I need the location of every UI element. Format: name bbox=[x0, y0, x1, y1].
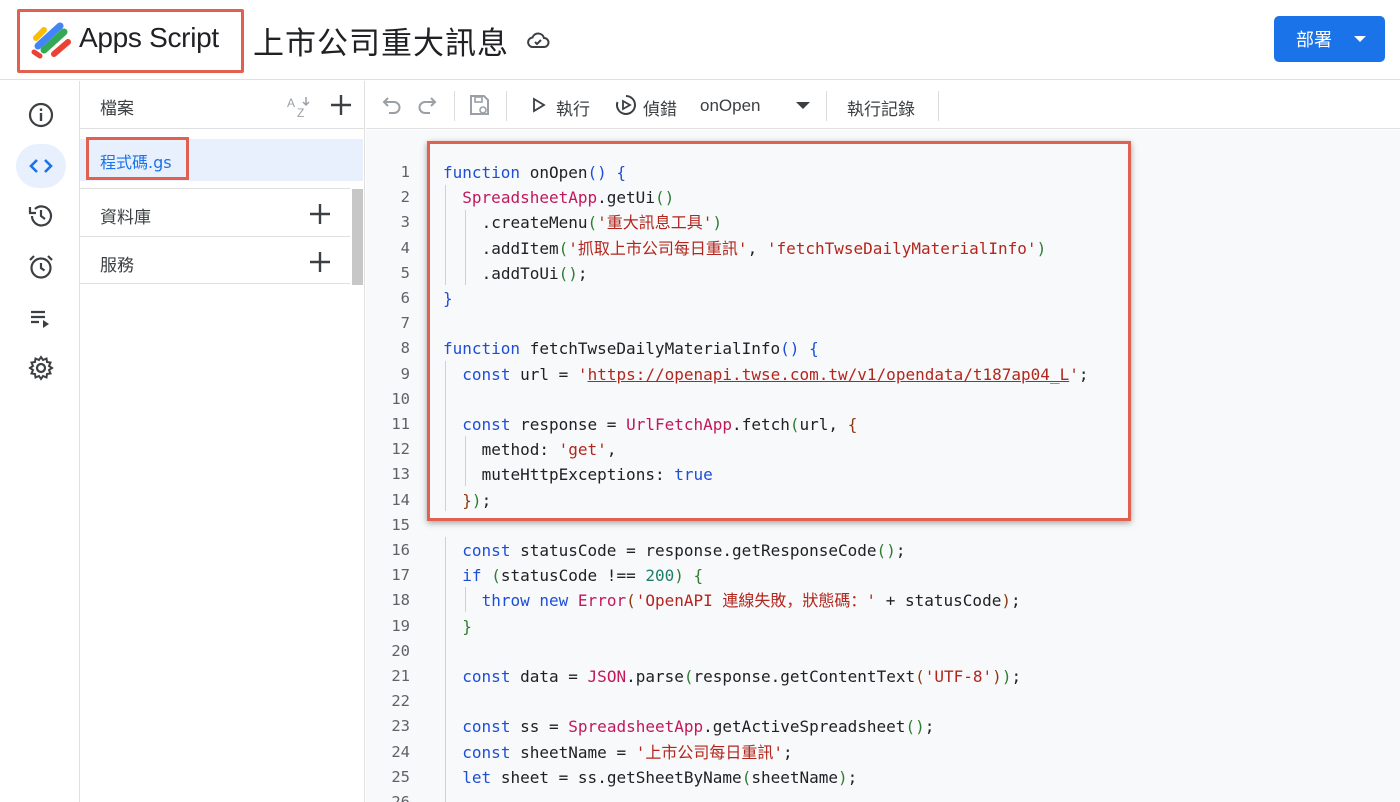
alarm-icon bbox=[29, 255, 53, 279]
code-line[interactable]: 23 const ss = SpreadsheetApp.getActiveSp… bbox=[366, 714, 1400, 739]
save-icon[interactable] bbox=[467, 93, 491, 117]
section-label-libraries: 資料庫 bbox=[100, 208, 151, 228]
line-number: 16 bbox=[391, 541, 410, 559]
line-number: 9 bbox=[400, 364, 410, 383]
project-title[interactable]: 上市公司重大訊息 bbox=[253, 18, 509, 63]
files-scrollbar[interactable] bbox=[352, 189, 363, 285]
line-number: 13 bbox=[391, 465, 410, 484]
line-number: 20 bbox=[391, 641, 410, 660]
line-number: 8 bbox=[400, 339, 410, 358]
add-library-icon[interactable] bbox=[308, 202, 332, 226]
files-panel: 檔案 A Z 程式碼.gs 資料庫 服務 bbox=[80, 81, 365, 802]
executions-icon bbox=[31, 310, 49, 328]
code-icon bbox=[29, 159, 53, 173]
app-name[interactable]: Apps Script bbox=[79, 22, 219, 54]
code-text: } bbox=[462, 616, 472, 636]
line-number: 1 bbox=[400, 163, 410, 181]
nav-executions[interactable] bbox=[16, 296, 66, 340]
nav-settings[interactable] bbox=[16, 346, 66, 390]
code-highlight bbox=[427, 141, 1131, 521]
files-title: 檔案 bbox=[100, 99, 134, 119]
deploy-button[interactable]: 部署 bbox=[1274, 16, 1385, 62]
deploy-button-label: 部署 bbox=[1296, 30, 1332, 51]
code-line[interactable]: 18 throw new Error('OpenAPI 連線失敗，狀態碼：' +… bbox=[366, 588, 1400, 613]
function-select[interactable]: onOpen bbox=[700, 96, 761, 116]
code-line[interactable]: 19 } bbox=[366, 614, 1400, 639]
code-text: throw new Error('OpenAPI 連線失敗，狀態碼：' + st… bbox=[481, 591, 1021, 611]
code-text: const sheetName = '上市公司每日重訊'; bbox=[462, 742, 793, 762]
undo-icon[interactable] bbox=[380, 93, 404, 117]
section-libraries[interactable]: 資料庫 bbox=[80, 188, 350, 236]
settings-icon bbox=[28, 355, 54, 381]
line-number: 19 bbox=[391, 616, 410, 635]
apps-script-logo-icon bbox=[31, 22, 71, 59]
code-line[interactable]: 26 bbox=[366, 790, 1400, 802]
code-text: const statusCode = response.getResponseC… bbox=[462, 541, 906, 560]
toolbar-divider bbox=[938, 91, 939, 121]
section-label-services: 服務 bbox=[100, 256, 134, 276]
line-number: 25 bbox=[391, 767, 410, 786]
code-text: const data = JSON.parse(response.getCont… bbox=[462, 667, 1022, 686]
line-number: 22 bbox=[391, 692, 410, 711]
code-line[interactable]: 16 const statusCode = response.getRespon… bbox=[366, 538, 1400, 563]
svg-text:A: A bbox=[287, 96, 295, 110]
code-text: if (statusCode !== 200) { bbox=[462, 566, 704, 586]
left-nav-rail bbox=[0, 81, 80, 802]
toolbar-divider bbox=[506, 91, 507, 121]
code-line[interactable]: 25 let sheet = ss.getSheetByName(sheetNa… bbox=[366, 765, 1400, 790]
section-services[interactable]: 服務 bbox=[80, 236, 350, 284]
sort-az-icon[interactable]: A Z bbox=[286, 93, 312, 119]
line-number: 2 bbox=[400, 188, 410, 207]
debug-button[interactable]: 偵錯 bbox=[643, 95, 677, 120]
code-line[interactable]: 21 const data = JSON.parse(response.getC… bbox=[366, 664, 1400, 689]
chevron-down-icon[interactable] bbox=[796, 102, 810, 109]
line-number: 11 bbox=[391, 415, 410, 433]
line-number: 3 bbox=[400, 213, 410, 232]
redo-icon[interactable] bbox=[415, 93, 439, 117]
code-line[interactable]: 22 bbox=[366, 689, 1400, 714]
add-service-icon[interactable] bbox=[308, 250, 332, 274]
code-line[interactable]: 17 if (statusCode !== 200) { bbox=[366, 563, 1400, 588]
history-icon bbox=[28, 205, 53, 227]
line-number: 14 bbox=[391, 490, 410, 509]
line-number: 23 bbox=[391, 717, 410, 736]
run-button[interactable]: 執行 bbox=[556, 95, 590, 120]
code-text: let sheet = ss.getSheetByName(sheetName)… bbox=[462, 767, 858, 787]
chevron-down-icon[interactable] bbox=[1354, 36, 1366, 42]
files-header: 檔案 A Z bbox=[80, 81, 365, 129]
line-number: 10 bbox=[391, 389, 410, 408]
line-number: 15 bbox=[391, 515, 410, 534]
debug-icon[interactable] bbox=[614, 93, 638, 117]
line-number: 12 bbox=[391, 440, 410, 459]
nav-editor[interactable] bbox=[16, 144, 66, 188]
code-line[interactable]: 20 bbox=[366, 639, 1400, 664]
line-number: 6 bbox=[400, 289, 410, 307]
toolbar-divider bbox=[454, 91, 455, 121]
top-bar: Apps Script 上市公司重大訊息 部署 bbox=[0, 0, 1400, 80]
add-file-icon[interactable] bbox=[329, 93, 353, 117]
line-number: 21 bbox=[391, 667, 410, 685]
code-line[interactable]: 24 const sheetName = '上市公司每日重訊'; bbox=[366, 740, 1400, 765]
nav-triggers-history[interactable] bbox=[16, 194, 66, 238]
editor-toolbar: 執行 偵錯 onOpen 執行記錄 bbox=[366, 81, 1400, 129]
line-number: 17 bbox=[391, 566, 410, 585]
nav-overview[interactable] bbox=[16, 93, 66, 137]
toolbar-divider bbox=[826, 91, 827, 121]
line-number: 7 bbox=[400, 314, 410, 333]
line-number: 18 bbox=[391, 591, 410, 610]
info-icon bbox=[28, 102, 54, 128]
cloud-saved-icon[interactable] bbox=[526, 29, 550, 51]
line-number: 4 bbox=[400, 238, 410, 257]
line-number: 5 bbox=[400, 263, 410, 282]
line-number: 24 bbox=[391, 742, 410, 761]
code-text: const ss = SpreadsheetApp.getActiveSprea… bbox=[462, 717, 935, 737]
svg-text:Z: Z bbox=[297, 106, 304, 119]
line-number: 26 bbox=[391, 793, 410, 802]
file-highlight bbox=[86, 137, 189, 180]
nav-triggers[interactable] bbox=[16, 245, 66, 289]
run-icon[interactable] bbox=[531, 93, 547, 117]
execution-log-button[interactable]: 執行記錄 bbox=[847, 95, 915, 120]
